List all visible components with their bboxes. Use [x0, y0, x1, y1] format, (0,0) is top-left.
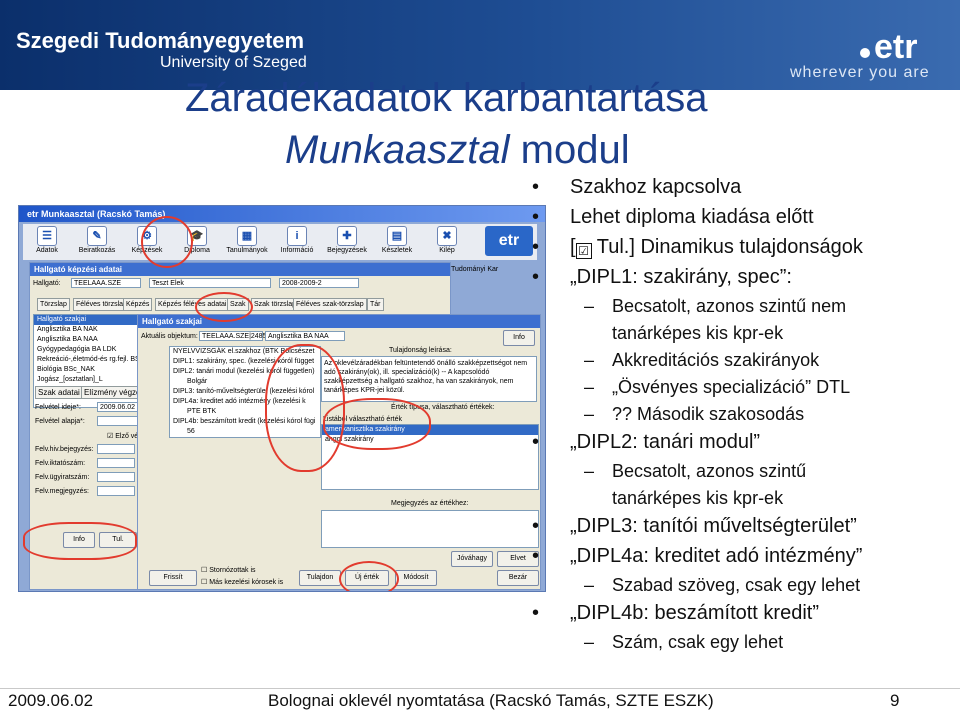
- slide-subtitle: Munkaasztal modul: [285, 128, 630, 172]
- hallgato-field[interactable]: TEELAAA.SZE: [71, 278, 141, 288]
- main-toolbar: ☰ Adatok ✎ Beiratkozás ⚙ Képzések 🎓 Diploma ▦ Tan…: [23, 224, 537, 260]
- footer-divider: [0, 688, 960, 689]
- felvetel-alapja-label: Felvétel alapja*:: [35, 418, 85, 425]
- tulajdonsag-description: Az oklevélzáradékban feltüntetendő önáll…: [321, 356, 537, 402]
- beiratkozas-icon: ✎: [87, 226, 107, 246]
- faculty-label: Tudományi Kar: [451, 266, 499, 273]
- toolbar-label: Készletek: [381, 247, 413, 254]
- tab-2[interactable]: Képzés: [123, 298, 153, 311]
- felv-label: Felv.megjegyzés:: [35, 488, 89, 495]
- page-number: 9: [890, 691, 900, 710]
- toolbar-label: Beiratkozás: [78, 247, 116, 254]
- name-field[interactable]: Teszt Elek: [149, 278, 271, 288]
- panel-title: Hallgató képzési adatai: [30, 263, 450, 276]
- tanulmanyok-icon: ▦: [237, 226, 257, 246]
- info-button[interactable]: Info: [503, 330, 535, 346]
- felvetel-ideje-label: Felvétel ideje*:: [35, 404, 81, 411]
- semester-select[interactable]: 2008-2009-2: [279, 278, 359, 288]
- toolbar-beiratkozas-button[interactable]: ✎ Beiratkozás: [75, 224, 119, 254]
- frissit-button[interactable]: Frissít: [149, 570, 197, 586]
- footer-date: 2009.06.02: [8, 691, 94, 710]
- highlight-uj-ertek: [339, 561, 399, 591]
- felv-field[interactable]: [97, 444, 135, 454]
- toolbar-keszletek-button[interactable]: ▤ Készletek: [375, 224, 419, 254]
- toolbar-bejegyzesek-button[interactable]: ✚ Bejegyzések: [325, 224, 369, 254]
- felv-field[interactable]: [97, 486, 135, 496]
- list-item[interactable]: Gyógypedagógia BA LDK: [34, 345, 152, 355]
- university-name: Szegedi Tudományegyetem: [16, 28, 305, 53]
- toolbar-adatok-button[interactable]: ☰ Adatok: [25, 224, 69, 254]
- megjegyzes-label: Megjegyzés az értékhez:: [391, 500, 469, 507]
- felv-label: Felv.ügyiratszám:: [35, 474, 90, 481]
- megjegyzes-field[interactable]: [321, 510, 539, 548]
- embedded-app-screenshot: etr Munkaasztal (Racskó Tamás) ☰ Adatok ✎ B…: [18, 205, 546, 592]
- dialog-title: Hallgató szakjai: [138, 315, 540, 328]
- toolbar-kilep-button[interactable]: ✖ Kilép: [425, 224, 469, 254]
- etr-logo: etr: [860, 28, 917, 67]
- list-item[interactable]: Rekreáció-,életmód-és rg.fejl. BSc: [34, 355, 152, 365]
- highlight-kepzesek: [141, 216, 193, 268]
- felv-field[interactable]: [97, 472, 135, 482]
- bezar-button[interactable]: Bezár: [497, 570, 539, 586]
- hallgato-label: Hallgató:: [33, 280, 61, 287]
- list-item[interactable]: Anglisztika BA NAA: [34, 335, 152, 345]
- stornozottak-checkbox[interactable]: ☐ Stornózottak is: [201, 566, 256, 574]
- list-item[interactable]: Hallgató szakjai: [34, 315, 152, 325]
- tulajdon-button[interactable]: Tulajdon: [299, 570, 341, 586]
- kilep-icon: ✖: [437, 226, 457, 246]
- highlight-tul-button: [23, 522, 137, 560]
- toolbar-label: Adatok: [36, 247, 58, 254]
- toolbar-label: Kilép: [439, 247, 455, 254]
- mas-kezelesi-checkbox[interactable]: ☐ Más kezelési kórosek is: [201, 578, 283, 586]
- tab-6[interactable]: Féléves szak-törzslap: [293, 298, 367, 311]
- felv-label: Felv.iktatószám:: [35, 460, 86, 467]
- tab-5[interactable]: Szak törzslap: [251, 298, 300, 311]
- highlight-szak-tab: [195, 292, 253, 322]
- university-name-en: University of Szeged: [160, 54, 307, 71]
- list-item[interactable]: Anglisztika BA NAK: [34, 325, 152, 335]
- highlight-values: [323, 398, 431, 450]
- aktualis-code-field: TEELAAA.SZE|2485: [199, 331, 266, 341]
- slide-footer: 2009.06.02 Bolognai oklevél nyomtatása (…: [0, 688, 960, 712]
- aktualis-program-field: Anglisztika BA NAA: [265, 331, 345, 341]
- etr-badge: etr: [485, 226, 533, 256]
- bejegyzesek-icon: ✚: [337, 226, 357, 246]
- toolbar-label: Bejegyzések: [327, 247, 367, 254]
- tulajdonsag-label: Tulajdonság leírása:: [389, 347, 452, 354]
- toolbar-informacio-button[interactable]: i Információ: [275, 224, 319, 254]
- felv-label: Felv.hiv.bejegyzés:: [35, 446, 94, 453]
- tab-0[interactable]: Törzslap: [37, 298, 70, 311]
- list-item[interactable]: Jogász_[osztatlan]_L: [34, 375, 152, 385]
- checkbox-icon: ☑: [575, 243, 592, 259]
- list-item[interactable]: Biológia BSc_NAK: [34, 365, 152, 375]
- keszletek-icon: ▤: [387, 226, 407, 246]
- tab-7[interactable]: Tár: [367, 298, 384, 311]
- etr-tagline: wherever you are: [790, 64, 930, 81]
- felv-field[interactable]: [97, 458, 135, 468]
- informacio-icon: i: [287, 226, 307, 246]
- logo-dot-icon: [860, 48, 870, 58]
- window-title: etr Munkaasztal (Racskó Tamás): [19, 206, 545, 222]
- tab-1[interactable]: Féléves törzslap: [73, 298, 130, 311]
- slide-title: Záradékadatok karbantartása: [185, 76, 708, 120]
- footer-center: Bolognai oklevél nyomtatása (Racskó Tamá…: [268, 691, 714, 710]
- toolbar-tanulmanyok-button[interactable]: ▦ Tanulmányok: [225, 224, 269, 254]
- toolbar-label: Információ: [280, 247, 314, 254]
- aktualis-objektum-label: Aktuális objektum:: [141, 333, 198, 340]
- adatok-icon: ☰: [37, 226, 57, 246]
- toolbar-label: Tanulmányok: [226, 247, 268, 254]
- jovahagy-button[interactable]: Jóváhagy: [451, 551, 493, 567]
- modosit-button[interactable]: Módosít: [395, 570, 437, 586]
- tab-szak-adatai[interactable]: Szak adatai: [35, 386, 83, 399]
